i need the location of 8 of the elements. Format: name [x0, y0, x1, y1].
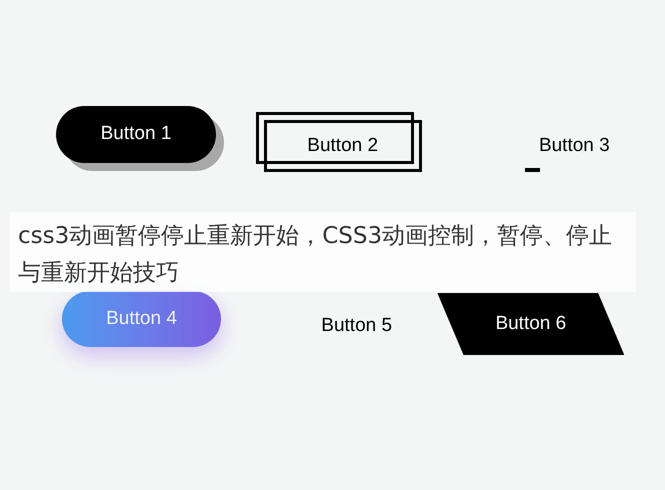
text-button[interactable]: Button 5 — [296, 312, 417, 338]
framed-button[interactable]: Button 2 — [264, 120, 422, 172]
article-title: css3动画暂停停止重新开始，CSS3动画控制，暂停、停止与重新开始技巧 — [18, 222, 614, 288]
slanted-button[interactable]: Button 6 — [437, 293, 624, 355]
gradient-button[interactable]: Button 4 — [62, 291, 221, 347]
underline-mark — [525, 168, 540, 172]
text-button[interactable]: Button 3 — [524, 132, 624, 158]
pill-button[interactable]: Button 1 — [56, 106, 216, 163]
